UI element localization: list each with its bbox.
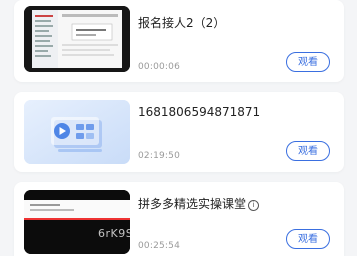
watermark: 6rK9SFMKH.APP [98,227,193,240]
video-card[interactable]: 报名接人2（2） 00:00:06 观看 [14,0,344,82]
video-title: 1681806594871871 [138,105,261,119]
video-title: 拼多多精选实操课堂 i [138,195,284,212]
video-title-text: 拼多多精选实操课堂 [138,197,247,211]
video-thumbnail[interactable] [24,190,130,254]
video-card[interactable]: 拼多多精选实操课堂 i 00:25:54 观看 [14,182,344,256]
video-duration: 02:19:50 [138,151,181,161]
video-title: 报名接人2（2） [138,16,226,30]
watch-button[interactable]: 观看 [286,141,330,161]
video-duration: 00:00:06 [138,62,181,72]
video-thumbnail[interactable] [24,6,130,72]
video-duration: 00:25:54 [138,241,181,251]
video-card[interactable]: 1681806594871871 02:19:50 观看 [14,92,344,172]
watch-button[interactable]: 观看 [286,52,330,72]
video-thumbnail[interactable] [24,100,130,164]
info-icon: i [248,200,260,211]
watch-button[interactable]: 观看 [286,229,330,249]
video-list-page: 报名接人2（2） 00:00:06 观看 1681806594871871 02… [0,0,357,256]
